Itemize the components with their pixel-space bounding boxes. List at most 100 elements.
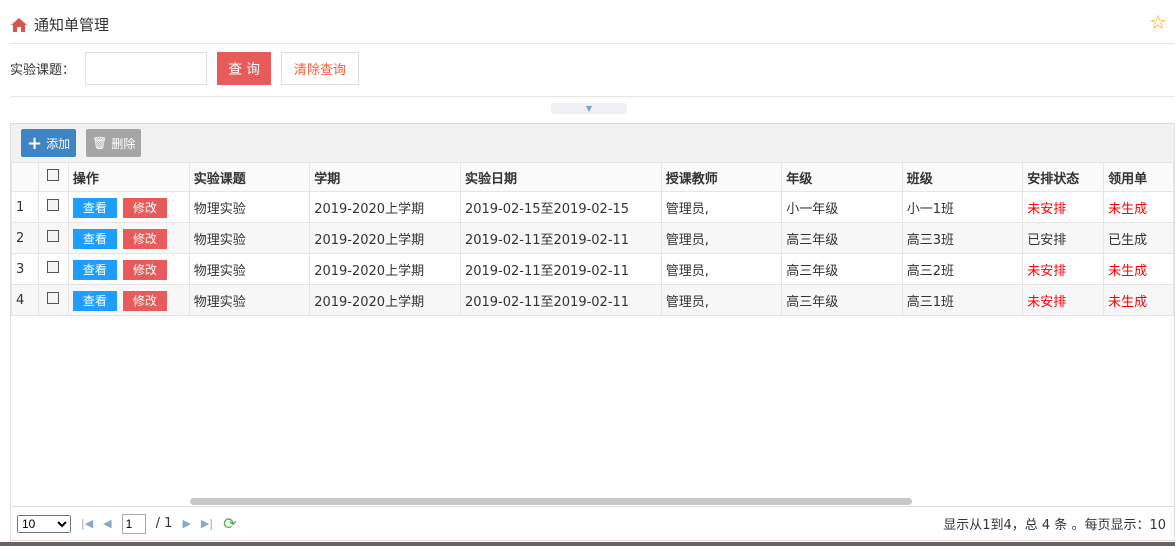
grade-cell: 高三年级	[781, 284, 903, 316]
row-checkbox[interactable]	[47, 292, 60, 304]
subject-cell: 物理实验	[188, 284, 311, 316]
add-label: 添加	[46, 136, 71, 151]
table-row[interactable]: 3 查看 修改 物理实验 2019-2020上学期 2019-02-11至2019…	[11, 253, 1174, 285]
date-cell: 2019-02-11至2019-02-11	[459, 284, 662, 316]
search-bar: 实验课题： 查 询 清除查询	[10, 52, 360, 85]
plus-icon: +	[27, 132, 43, 154]
select-cell	[37, 284, 69, 316]
col-header: 操作	[67, 162, 190, 192]
actions-cell: 查看 修改	[67, 284, 190, 316]
prev-page-icon[interactable]: ◀	[103, 517, 111, 530]
select-cell	[37, 191, 69, 223]
form-cell: 未生成	[1103, 253, 1174, 285]
col-header[interactable]: 年级	[781, 162, 903, 192]
date-cell: 2019-02-11至2019-02-11	[459, 222, 662, 254]
table-row[interactable]: 1 查看 修改 物理实验 2019-2020上学期 2019-02-15至2019…	[11, 191, 1174, 223]
row-number: 3	[11, 253, 39, 285]
view-button[interactable]: 查看	[72, 290, 117, 311]
trash-icon: 🗑	[92, 136, 108, 150]
subject-input[interactable]	[85, 52, 208, 85]
status-cell: 未安排	[1022, 253, 1105, 285]
page-title: 通知单管理	[10, 14, 109, 35]
select-all-header	[37, 162, 69, 192]
status-cell: 已安排	[1022, 222, 1105, 254]
col-header[interactable]: 安排状态	[1022, 162, 1105, 192]
status-cell: 未安排	[1022, 284, 1105, 316]
row-number: 2	[11, 222, 39, 254]
term-cell: 2019-2020上学期	[309, 253, 461, 285]
clear-query-button[interactable]: 清除查询	[281, 52, 360, 85]
divider	[10, 96, 1175, 97]
actions-cell: 查看 修改	[67, 191, 190, 223]
row-checkbox[interactable]	[47, 230, 60, 242]
next-page-icon[interactable]: ▶	[182, 517, 190, 530]
refresh-icon[interactable]: ⟳	[223, 514, 236, 533]
home-icon	[11, 17, 27, 32]
actions-cell: 查看 修改	[67, 253, 190, 285]
add-button[interactable]: + 添加	[21, 129, 77, 157]
date-cell: 2019-02-15至2019-02-15	[459, 191, 662, 223]
class-cell: 高三3班	[901, 222, 1024, 254]
collapse-toggle[interactable]: ▼	[551, 103, 627, 114]
edit-button[interactable]: 修改	[122, 228, 167, 249]
status-cell: 未安排	[1022, 191, 1105, 223]
form-cell: 未生成	[1103, 284, 1174, 316]
form-cell: 未生成	[1103, 191, 1174, 223]
date-cell: 2019-02-11至2019-02-11	[459, 253, 662, 285]
search-label: 实验课题：	[10, 63, 76, 78]
class-cell: 高三1班	[901, 284, 1024, 316]
col-header[interactable]: 班级	[901, 162, 1024, 192]
total-pages: / 1	[155, 516, 173, 531]
page-size-select[interactable]: 10	[17, 514, 71, 533]
class-cell: 小一1班	[901, 191, 1024, 223]
col-header[interactable]: 学期	[309, 162, 461, 192]
grade-cell: 高三年级	[781, 222, 903, 254]
select-all-checkbox[interactable]	[47, 169, 60, 181]
edit-button[interactable]: 修改	[122, 259, 167, 280]
teacher-cell: 管理员,	[660, 191, 783, 223]
term-cell: 2019-2020上学期	[309, 284, 461, 316]
title-text: 通知单管理	[34, 16, 110, 34]
pagination: 10 |◀ ◀ / 1 ▶ ▶| ⟳ 显示从1到4，总 4 条 。每页显示：10	[11, 506, 1174, 540]
divider	[10, 43, 1175, 44]
col-header[interactable]: 领用单	[1103, 162, 1174, 192]
delete-label: 删除	[111, 136, 136, 151]
teacher-cell: 管理员,	[660, 222, 783, 254]
teacher-cell: 管理员,	[660, 253, 783, 285]
view-button[interactable]: 查看	[72, 197, 117, 218]
row-number: 1	[11, 191, 39, 223]
col-header[interactable]: 实验日期	[459, 162, 662, 192]
select-cell	[37, 222, 69, 254]
pager-info: 显示从1到4，总 4 条 。每页显示：10	[943, 518, 1166, 533]
bottom-bar	[0, 542, 1175, 546]
first-page-icon[interactable]: |◀	[81, 517, 93, 530]
row-checkbox[interactable]	[47, 261, 60, 273]
page-input[interactable]	[121, 513, 146, 534]
data-grid: + 添加 🗑 删除 操作 实验课题 学期 实验日期 授课教师 年级 班级 安排状态 …	[10, 123, 1175, 541]
grade-cell: 高三年级	[781, 253, 903, 285]
row-checkbox[interactable]	[47, 199, 60, 211]
table-row[interactable]: 4 查看 修改 物理实验 2019-2020上学期 2019-02-11至2019…	[11, 284, 1174, 316]
delete-button[interactable]: 🗑 删除	[86, 129, 142, 157]
view-button[interactable]: 查看	[72, 259, 117, 280]
last-page-icon[interactable]: ▶|	[201, 517, 213, 530]
term-cell: 2019-2020上学期	[309, 191, 461, 223]
subject-cell: 物理实验	[188, 191, 311, 223]
term-cell: 2019-2020上学期	[309, 222, 461, 254]
form-cell: 已生成	[1103, 222, 1174, 254]
col-header[interactable]: 授课教师	[660, 162, 783, 192]
grade-cell: 小一年级	[781, 191, 903, 223]
row-number-header	[11, 162, 39, 192]
row-number: 4	[11, 284, 39, 316]
edit-button[interactable]: 修改	[122, 197, 167, 218]
view-button[interactable]: 查看	[72, 228, 117, 249]
subject-cell: 物理实验	[188, 222, 311, 254]
horizontal-scrollbar[interactable]	[190, 498, 912, 505]
table-row[interactable]: 2 查看 修改 物理实验 2019-2020上学期 2019-02-11至2019…	[11, 222, 1174, 254]
query-button[interactable]: 查 询	[217, 52, 272, 85]
star-icon[interactable]: ☆	[1149, 10, 1167, 34]
teacher-cell: 管理员,	[660, 284, 783, 316]
col-header[interactable]: 实验课题	[188, 162, 311, 192]
class-cell: 高三2班	[901, 253, 1024, 285]
edit-button[interactable]: 修改	[122, 290, 167, 311]
